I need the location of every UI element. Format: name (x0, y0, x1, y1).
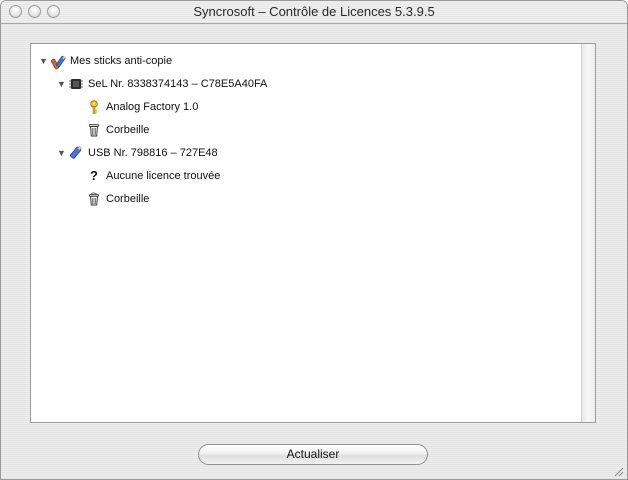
tree-item-label: Aucune licence trouvée (106, 170, 221, 183)
usb-stick-icon (69, 146, 83, 160)
tree-item-license[interactable]: Analog Factory 1.0 (87, 97, 198, 117)
trash-full-icon (87, 192, 101, 206)
tree-item-trash[interactable]: Corbeille (87, 189, 149, 209)
question-icon: ? (90, 168, 98, 184)
vertical-scrollbar[interactable] (581, 44, 595, 422)
tree-item-no-license[interactable]: ? Aucune licence trouvée (87, 166, 220, 186)
dongle-tree[interactable]: ▼ Mes sticks anti-copie ▼ SeL Nr. 833837… (30, 43, 596, 423)
tree-item-label: USB Nr. 798816 – 727E48 (88, 147, 218, 160)
license-control-window: Syncrosoft – Contrôle de Licences 5.3.9.… (0, 0, 628, 480)
trash-icon (87, 123, 101, 137)
disclosure-triangle-icon[interactable]: ▼ (57, 74, 69, 94)
tree-item-label: Corbeille (106, 193, 150, 206)
tree-item-device[interactable]: ▼ USB Nr. 798816 – 727E48 (57, 143, 218, 163)
dongles-icon (51, 54, 66, 70)
tree-item-label: Mes sticks anti-copie (70, 55, 173, 68)
tree-item-root[interactable]: ▼ Mes sticks anti-copie (39, 51, 172, 71)
disclosure-triangle-icon[interactable]: ▼ (57, 143, 69, 163)
tree-item-label: SeL Nr. 8338374143 – C78E5A40FA (88, 78, 268, 91)
key-icon (87, 100, 101, 114)
disclosure-triangle-icon[interactable]: ▼ (39, 51, 51, 71)
tree-item-trash[interactable]: Corbeille (87, 120, 149, 140)
tree-item-device[interactable]: ▼ SeL Nr. 8338374143 – C78E5A40FA (57, 74, 267, 94)
title-bar[interactable]: Syncrosoft – Contrôle de Licences 5.3.9.… (1, 1, 627, 24)
tree-item-label: Corbeille (106, 124, 150, 137)
tree-item-label: Analog Factory 1.0 (106, 101, 199, 114)
chip-icon (69, 77, 83, 91)
resize-grip-icon[interactable] (612, 464, 624, 477)
refresh-button[interactable]: Actualiser (198, 444, 428, 465)
window-title: Syncrosoft – Contrôle de Licences 5.3.9.… (193, 4, 435, 19)
